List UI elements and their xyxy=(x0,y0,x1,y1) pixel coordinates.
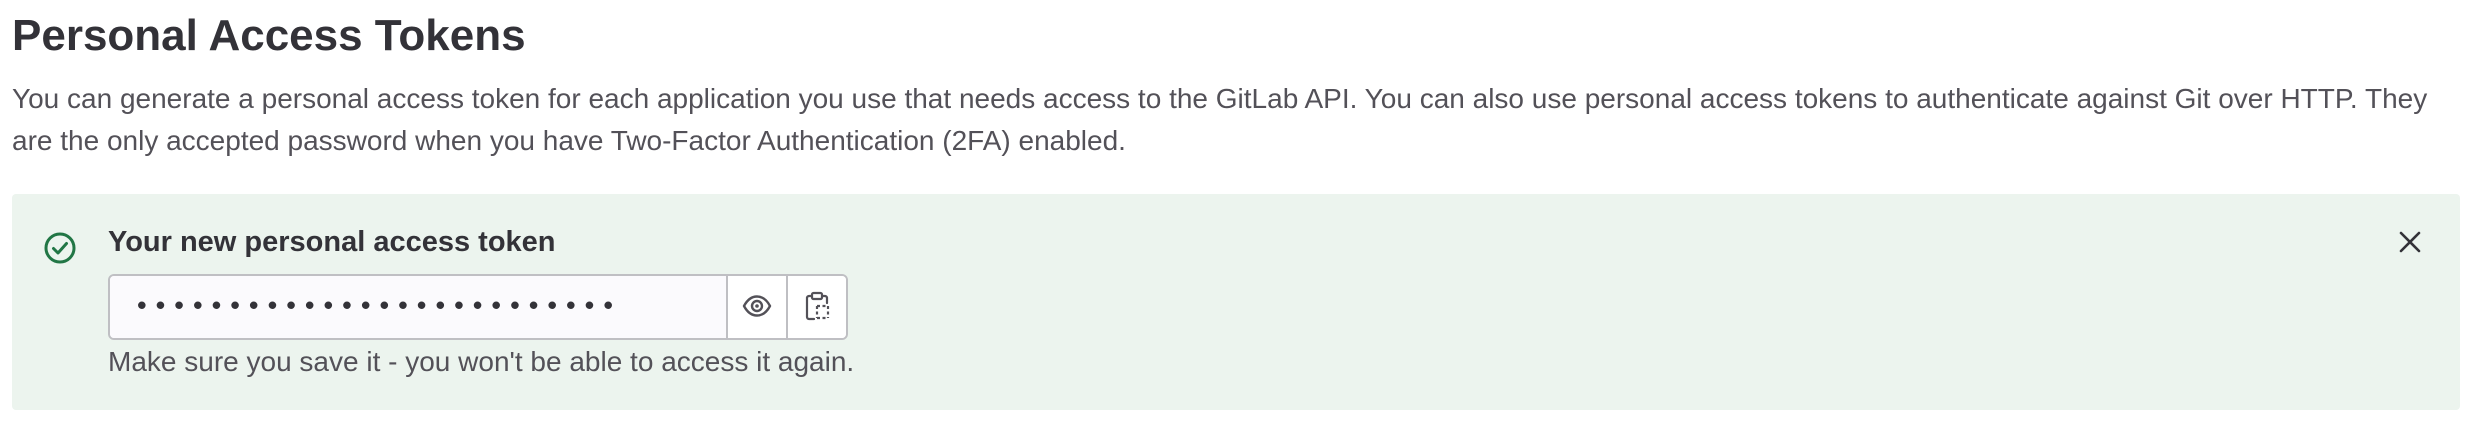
alert-title: Your new personal access token xyxy=(108,226,556,258)
clipboard-icon xyxy=(801,290,833,325)
check-circle-icon xyxy=(42,230,78,266)
token-field-group xyxy=(108,274,848,340)
dismiss-alert-button[interactable] xyxy=(2390,224,2430,264)
eye-icon xyxy=(741,290,773,325)
new-token-alert: Your new personal access token •••••••••… xyxy=(12,194,2460,410)
page-description: You can generate a personal access token… xyxy=(12,83,2428,156)
close-icon xyxy=(2396,228,2424,261)
copy-token-button[interactable] xyxy=(786,276,846,338)
page-title: Personal Access Tokens xyxy=(12,11,526,60)
reveal-token-button[interactable] xyxy=(726,276,786,338)
token-field[interactable] xyxy=(110,276,726,338)
token-help-text: Make sure you save it - you won't be abl… xyxy=(108,346,855,377)
